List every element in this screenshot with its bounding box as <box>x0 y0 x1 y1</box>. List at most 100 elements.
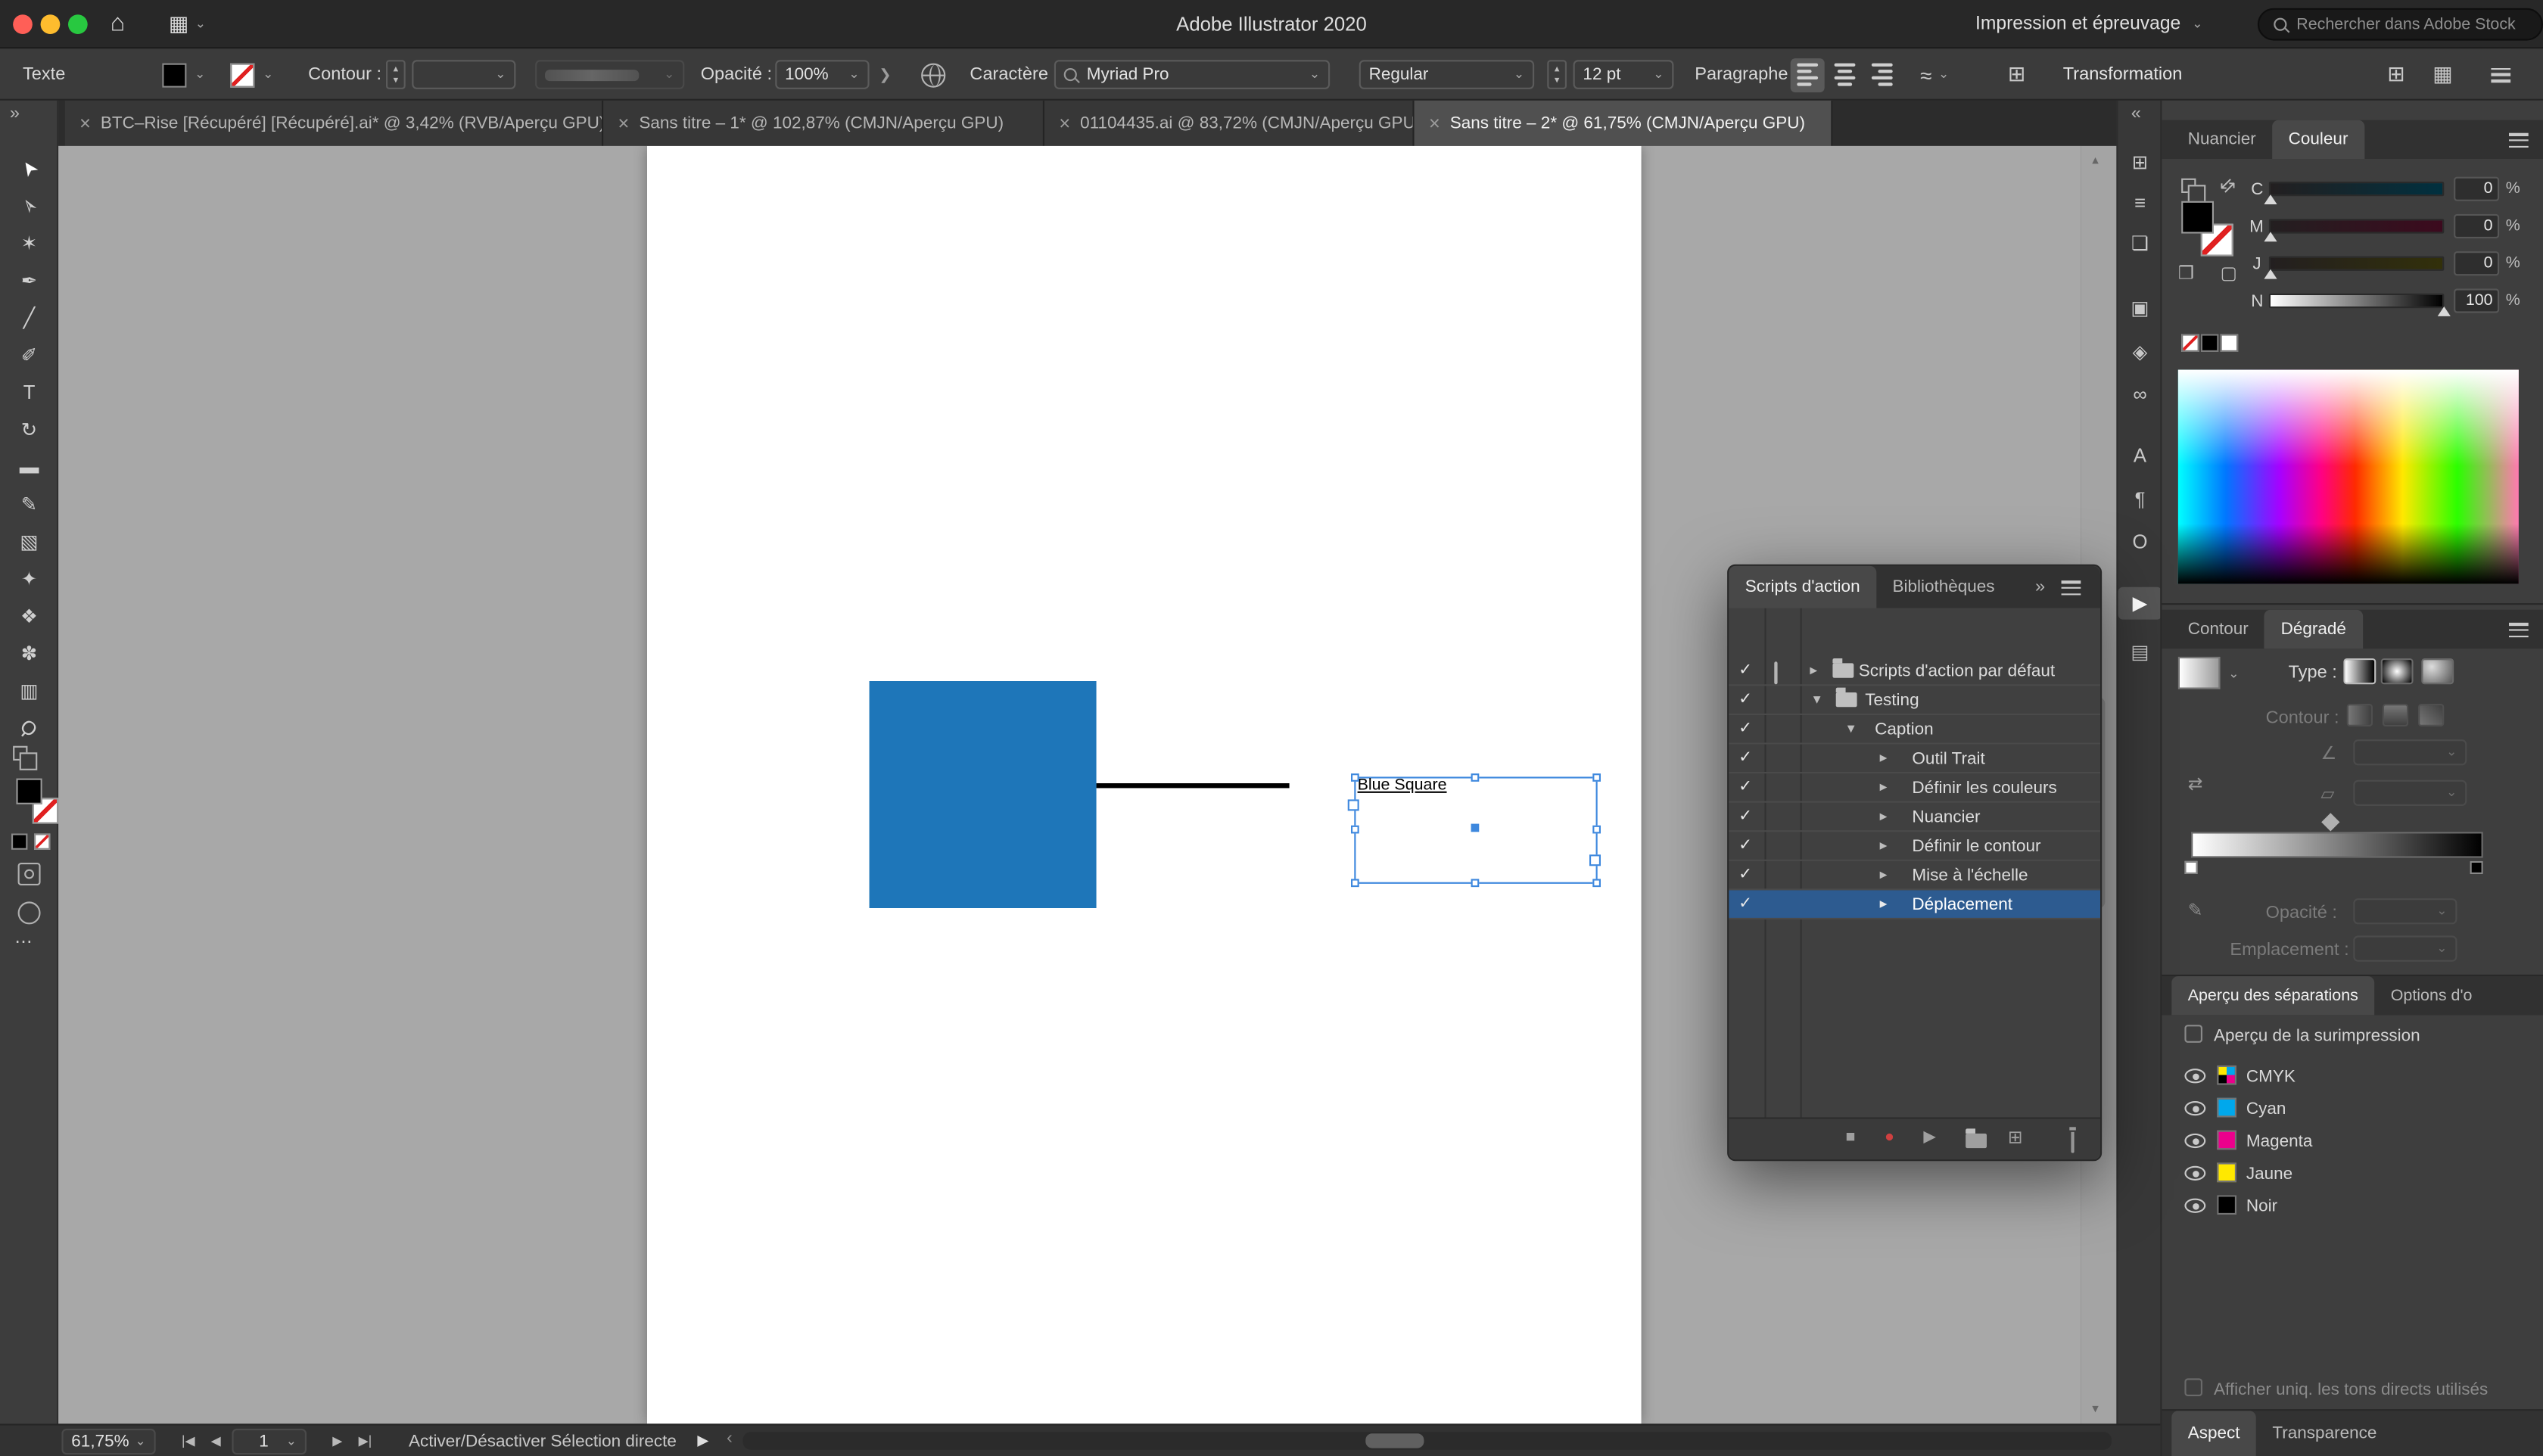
blend-tool[interactable]: ❖ <box>11 600 47 633</box>
layers-panel-icon[interactable]: ◈ <box>2118 336 2162 369</box>
action-step-row[interactable]: ✓ ▸ Nuancier <box>1729 803 2100 832</box>
linear-gradient-button[interactable] <box>2343 658 2376 685</box>
collapse-panel-icon[interactable]: » <box>2035 577 2045 597</box>
none-swatch[interactable] <box>2181 334 2199 352</box>
tab-options[interactable]: Options d'o <box>2374 976 2489 1015</box>
web-safe-icon[interactable]: ▢ <box>2221 263 2237 284</box>
spot-only-checkbox[interactable] <box>2184 1378 2202 1396</box>
visibility-eye-icon[interactable] <box>2184 1165 2206 1181</box>
scroll-left-icon[interactable]: ‹ <box>727 1429 733 1448</box>
workspace-switcher[interactable]: Impression et épreuvage ⌄ <box>1975 0 2203 48</box>
direct-selection-tool[interactable]: ➢ <box>11 190 47 222</box>
tab-separations[interactable]: Aperçu des séparations <box>2171 976 2375 1016</box>
none-button[interactable] <box>34 833 51 850</box>
gradient-slider[interactable] <box>2191 832 2483 858</box>
selection-handle-bottom-center[interactable] <box>1471 879 1480 888</box>
expand-icon[interactable]: ▸ <box>1880 807 1888 826</box>
tab-actions[interactable]: Scripts d'action <box>1729 565 1877 608</box>
expand-icon[interactable]: ▸ <box>1880 895 1888 913</box>
text-object[interactable]: Blue Square <box>1358 776 1447 795</box>
stroke-width-stepper[interactable]: ▴ ▾ <box>385 60 406 89</box>
horizontal-scrollbar[interactable] <box>742 1432 2112 1450</box>
artboard-number-combo[interactable]: 1 ⌄ <box>232 1428 307 1455</box>
edit-toolbar-icon[interactable]: ⋯ <box>14 931 33 952</box>
opacity-label[interactable]: Opacité : <box>701 65 772 85</box>
stroke-profile-combo[interactable]: ⌄ <box>535 60 685 89</box>
type-tool[interactable]: T <box>11 376 47 409</box>
paintbrush-tool[interactable]: ✐ <box>11 339 47 372</box>
channel-row[interactable]: Noir <box>2162 1190 2543 1223</box>
expand-icon[interactable]: ▸ <box>1880 866 1888 884</box>
action-set-row[interactable]: ✓ ▾ Testing <box>1729 686 2100 715</box>
fill-stroke-mini-icon[interactable] <box>2181 178 2206 203</box>
blue-square-object[interactable] <box>869 681 1097 908</box>
chevron-down-icon[interactable]: ⌄ <box>195 67 205 81</box>
rectangle-tool[interactable]: ▬ <box>11 451 47 484</box>
tab-aspect[interactable]: Aspect <box>2171 1411 2256 1456</box>
yellow-slider[interactable] <box>2268 256 2445 271</box>
workspace-layout-button[interactable]: ▦ ⌄ <box>169 0 206 48</box>
tab-swatches[interactable]: Nuancier <box>2171 120 2272 159</box>
expand-icon[interactable]: ▸ <box>1810 661 1817 680</box>
new-set-icon[interactable] <box>1966 1128 1987 1149</box>
horizontal-scrollbar-thumb[interactable] <box>1365 1433 1424 1448</box>
graphic-styles-panel-icon[interactable]: ▤ <box>2118 636 2162 668</box>
magenta-slider[interactable] <box>2268 219 2445 234</box>
stroke-across-button[interactable] <box>2418 704 2445 726</box>
swap-fill-stroke-icon[interactable]: ⇆ <box>2215 173 2240 198</box>
panel-menu-icon[interactable] <box>2061 580 2081 596</box>
gradient-location-combo[interactable]: ⌄ <box>2353 935 2457 962</box>
character-label[interactable]: Caractère : <box>970 65 1058 85</box>
toggle-item-check[interactable]: ✓ <box>1738 807 1752 826</box>
black-slider-thumb[interactable] <box>2437 306 2451 316</box>
stepper-up-icon[interactable]: ▴ <box>1555 64 1559 74</box>
stroke-color-swatch[interactable] <box>230 62 255 87</box>
visibility-eye-icon[interactable] <box>2184 1198 2206 1213</box>
text-in-port[interactable] <box>1347 799 1359 811</box>
rotate-tool[interactable]: ↻ <box>11 413 47 446</box>
gradient-stop-end[interactable] <box>2470 860 2483 874</box>
close-icon[interactable]: × <box>618 112 629 135</box>
panel-menu-icon[interactable] <box>2509 132 2529 148</box>
arrange-documents-icon[interactable]: ▦ <box>2433 61 2452 87</box>
stroke-within-button[interactable] <box>2346 704 2373 726</box>
color-button[interactable] <box>11 833 28 850</box>
gradient-opacity-combo[interactable]: ⌄ <box>2353 898 2457 925</box>
black-value[interactable]: 100 <box>2454 288 2500 313</box>
character-styles-panel-icon[interactable]: A <box>2118 440 2162 472</box>
tab-libraries[interactable]: Bibliothèques <box>1876 566 2011 608</box>
stepper-down-icon[interactable]: ▾ <box>394 76 398 86</box>
action-step-row[interactable]: ✓ ▸ Outil Trait <box>1729 745 2100 774</box>
selection-handle-top-center[interactable] <box>1471 773 1480 782</box>
toggle-item-check[interactable]: ✓ <box>1738 779 1752 797</box>
eyedropper-tool[interactable]: ✦ <box>11 563 47 596</box>
minimize-window-button[interactable] <box>40 14 61 34</box>
magic-wand-tool[interactable]: ✶ <box>11 227 47 260</box>
font-style-combo[interactable]: Regular ⌄ <box>1359 60 1535 89</box>
scroll-down-icon[interactable]: ▾ <box>2092 1401 2099 1415</box>
channel-row[interactable]: CMYK <box>2162 1060 2543 1093</box>
channel-row[interactable]: Magenta <box>2162 1125 2543 1158</box>
stroke-along-button[interactable] <box>2382 704 2409 726</box>
channel-row[interactable]: Jaune <box>2162 1158 2543 1190</box>
black-slider[interactable] <box>2268 293 2445 309</box>
symbol-sprayer-tool[interactable]: ✽ <box>11 637 47 670</box>
home-icon[interactable]: ⌂ <box>110 10 125 37</box>
expand-icon[interactable]: ▸ <box>1880 749 1888 767</box>
magenta-value[interactable]: 0 <box>2454 213 2500 238</box>
artboards-panel-icon[interactable]: ▣ <box>2118 292 2162 325</box>
collapse-icon[interactable]: ▾ <box>1847 720 1855 738</box>
stroke-width-combo[interactable]: ⌄ <box>412 60 516 89</box>
pencil-tool[interactable]: ✎ <box>11 488 47 521</box>
stepper-up-icon[interactable]: ▴ <box>394 64 398 74</box>
align-center-button[interactable] <box>1828 58 1862 92</box>
selection-handle-bottom-right[interactable] <box>1592 879 1601 888</box>
expand-panels-icon[interactable]: « <box>2131 104 2141 123</box>
freeform-gradient-button[interactable] <box>2421 658 2454 685</box>
aspect-ratio-combo[interactable]: ⌄ <box>2353 779 2467 806</box>
panel-menu-icon[interactable] <box>2509 622 2529 638</box>
channel-row[interactable]: Cyan <box>2162 1093 2543 1125</box>
chevron-down-icon[interactable]: ⌄ <box>2228 667 2239 681</box>
magenta-slider-thumb[interactable] <box>2264 232 2277 242</box>
zoom-window-button[interactable] <box>68 14 88 34</box>
